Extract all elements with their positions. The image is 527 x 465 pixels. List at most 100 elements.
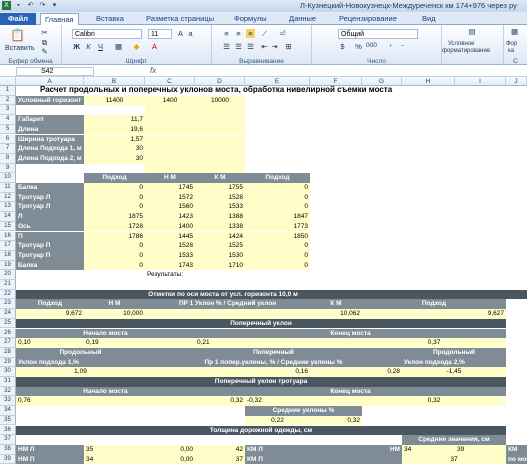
indent-increase-icon[interactable]: ⇥	[270, 42, 279, 51]
increase-decimal-icon[interactable]: ⁺	[386, 42, 395, 51]
row-header-39[interactable]: 39	[0, 454, 16, 465]
table-value[interactable]: 0	[84, 250, 145, 261]
results-label[interactable]: Результаты:	[145, 270, 245, 280]
decrease-decimal-icon[interactable]: ⁻	[398, 42, 407, 51]
param-label[interactable]: Длина	[16, 124, 84, 135]
row-header-7[interactable]: 7	[0, 144, 16, 154]
param-label[interactable]: Ширина тротуара	[16, 134, 84, 145]
input-area[interactable]	[145, 115, 245, 125]
value-cell[interactable]: -1,45	[402, 367, 506, 377]
value-cell[interactable]: 0,32	[362, 396, 506, 407]
table-value[interactable]: 1847	[245, 212, 310, 222]
row-header-26[interactable]: 26	[0, 328, 16, 339]
subheader[interactable]: Продольный	[16, 347, 145, 358]
row-header-21[interactable]: 21	[0, 280, 16, 290]
subheader[interactable]: Поперечный	[145, 347, 402, 358]
row-header-15[interactable]: 15	[0, 221, 16, 232]
row-header-8[interactable]: 8	[0, 153, 16, 164]
tab-file[interactable]: Файл	[0, 13, 36, 25]
header-cell[interactable]: Подход	[245, 173, 310, 183]
table-row-label[interactable]: Тротуар Л	[16, 202, 84, 213]
row-label[interactable]: КМ	[506, 444, 527, 455]
value-cell[interactable]: 0,21	[195, 338, 362, 348]
table-value[interactable]: 1533	[145, 250, 195, 261]
horizon-value[interactable]: 11400	[84, 95, 145, 106]
row-header-32[interactable]: 32	[0, 386, 16, 397]
column-header-H[interactable]: H	[402, 77, 455, 86]
table-value[interactable]: 1560	[145, 202, 195, 213]
row-header-36[interactable]: 36	[0, 425, 16, 436]
table-value[interactable]: 1528	[195, 192, 245, 203]
borders-icon[interactable]: ▦	[114, 42, 123, 51]
input-area[interactable]	[145, 134, 245, 145]
row-header-31[interactable]: 31	[0, 377, 16, 387]
subheader[interactable]: Н М	[84, 299, 145, 310]
redo-icon[interactable]: ↷	[38, 1, 47, 10]
value-cell[interactable]: 0,76	[16, 396, 145, 407]
section-header[interactable]: Поперечный уклон	[16, 318, 506, 329]
subheader[interactable]: Уклон подхода 2,%	[402, 357, 506, 368]
value-cell[interactable]: 0,19	[84, 338, 195, 348]
font-color-icon[interactable]: A	[150, 42, 159, 51]
table-value[interactable]: 1423	[145, 212, 195, 222]
row-label[interactable]: НМ П	[16, 454, 84, 465]
value-cell[interactable]: 34	[84, 454, 145, 465]
value-cell[interactable]: 0,00	[145, 444, 195, 455]
section-header[interactable]: Толщина дорожной одежды, см	[16, 425, 506, 436]
format-as-table-button[interactable]: Фор	[506, 41, 517, 47]
row-header-22[interactable]: 22	[0, 289, 16, 300]
subheader[interactable]: Конец моста	[195, 386, 506, 397]
spreadsheet-grid[interactable]: A B C D E F G H I J 1 2 3 4 5 6 7 8 9 10 11 12 13 14 15 16 17 18 19 2…	[0, 77, 527, 465]
table-value[interactable]: 1572	[145, 192, 195, 203]
underline-icon[interactable]: Ч	[96, 42, 105, 51]
param-label[interactable]: Габарит	[16, 115, 84, 125]
table-row-label[interactable]: Балка	[16, 260, 84, 271]
row-label[interactable]: КМ П	[245, 454, 310, 465]
orientation-icon[interactable]: ⟋	[260, 29, 269, 38]
subheader[interactable]: Конец моста	[195, 328, 506, 339]
row-label[interactable]	[310, 454, 402, 465]
table-value[interactable]: 1445	[145, 231, 195, 242]
table-row-label[interactable]: Балка	[16, 183, 84, 193]
table-row-label[interactable]: П	[16, 231, 84, 242]
table-row-label[interactable]: Л	[16, 212, 84, 222]
undo-icon[interactable]: ↶	[26, 1, 35, 10]
align-center-icon[interactable]: ☰	[234, 42, 243, 51]
row-label[interactable]: НМ	[310, 444, 402, 455]
table-value[interactable]: 1728	[84, 221, 145, 232]
format-painter-icon[interactable]: ✎	[40, 47, 49, 56]
fill-color-icon[interactable]: ◆	[132, 42, 141, 51]
conditional-format-button-line2[interactable]: форматирование	[442, 48, 490, 54]
format-as-table-button-line2[interactable]: ка	[508, 48, 514, 54]
table-row-label[interactable]: Тротуар П	[16, 250, 84, 261]
input-area[interactable]	[145, 105, 245, 116]
param-value[interactable]: 30	[84, 144, 145, 154]
row-header-23[interactable]: 23	[0, 299, 16, 310]
row-header-3[interactable]: 3	[0, 105, 16, 116]
value-cell[interactable]: 0,22	[245, 415, 310, 426]
tab-review[interactable]: Рецензирование	[335, 13, 401, 25]
subheader[interactable]: К М	[310, 299, 362, 310]
input-area[interactable]	[145, 153, 245, 164]
align-right-icon[interactable]: ☰	[246, 42, 255, 51]
name-box[interactable]: S42	[16, 67, 94, 76]
value-cell[interactable]: 0,00	[145, 454, 195, 465]
table-value[interactable]: 0	[245, 250, 310, 261]
table-value[interactable]: 0	[84, 202, 145, 213]
subheader[interactable]: Продольный	[402, 347, 506, 358]
row-header-20[interactable]: 20	[0, 270, 16, 280]
column-header-J[interactable]: J	[506, 77, 527, 86]
table-value[interactable]: 0	[245, 202, 310, 213]
percent-icon[interactable]: %	[354, 42, 363, 51]
align-bottom-icon[interactable]: ≡	[246, 29, 255, 38]
subheader[interactable]: Начало моста	[16, 386, 195, 397]
subheader[interactable]: Подход	[362, 299, 506, 310]
thousands-separator-button[interactable]: 000	[366, 42, 377, 49]
cut-icon[interactable]: ✂	[40, 28, 49, 37]
value-cell[interactable]: -0,32	[245, 396, 362, 407]
header-cell[interactable]: Подход	[84, 173, 145, 183]
row-header-16[interactable]: 16	[0, 231, 16, 242]
horizon-value[interactable]: 1400	[145, 95, 195, 106]
table-value[interactable]: 0	[245, 241, 310, 251]
row-header-19[interactable]: 19	[0, 260, 16, 271]
